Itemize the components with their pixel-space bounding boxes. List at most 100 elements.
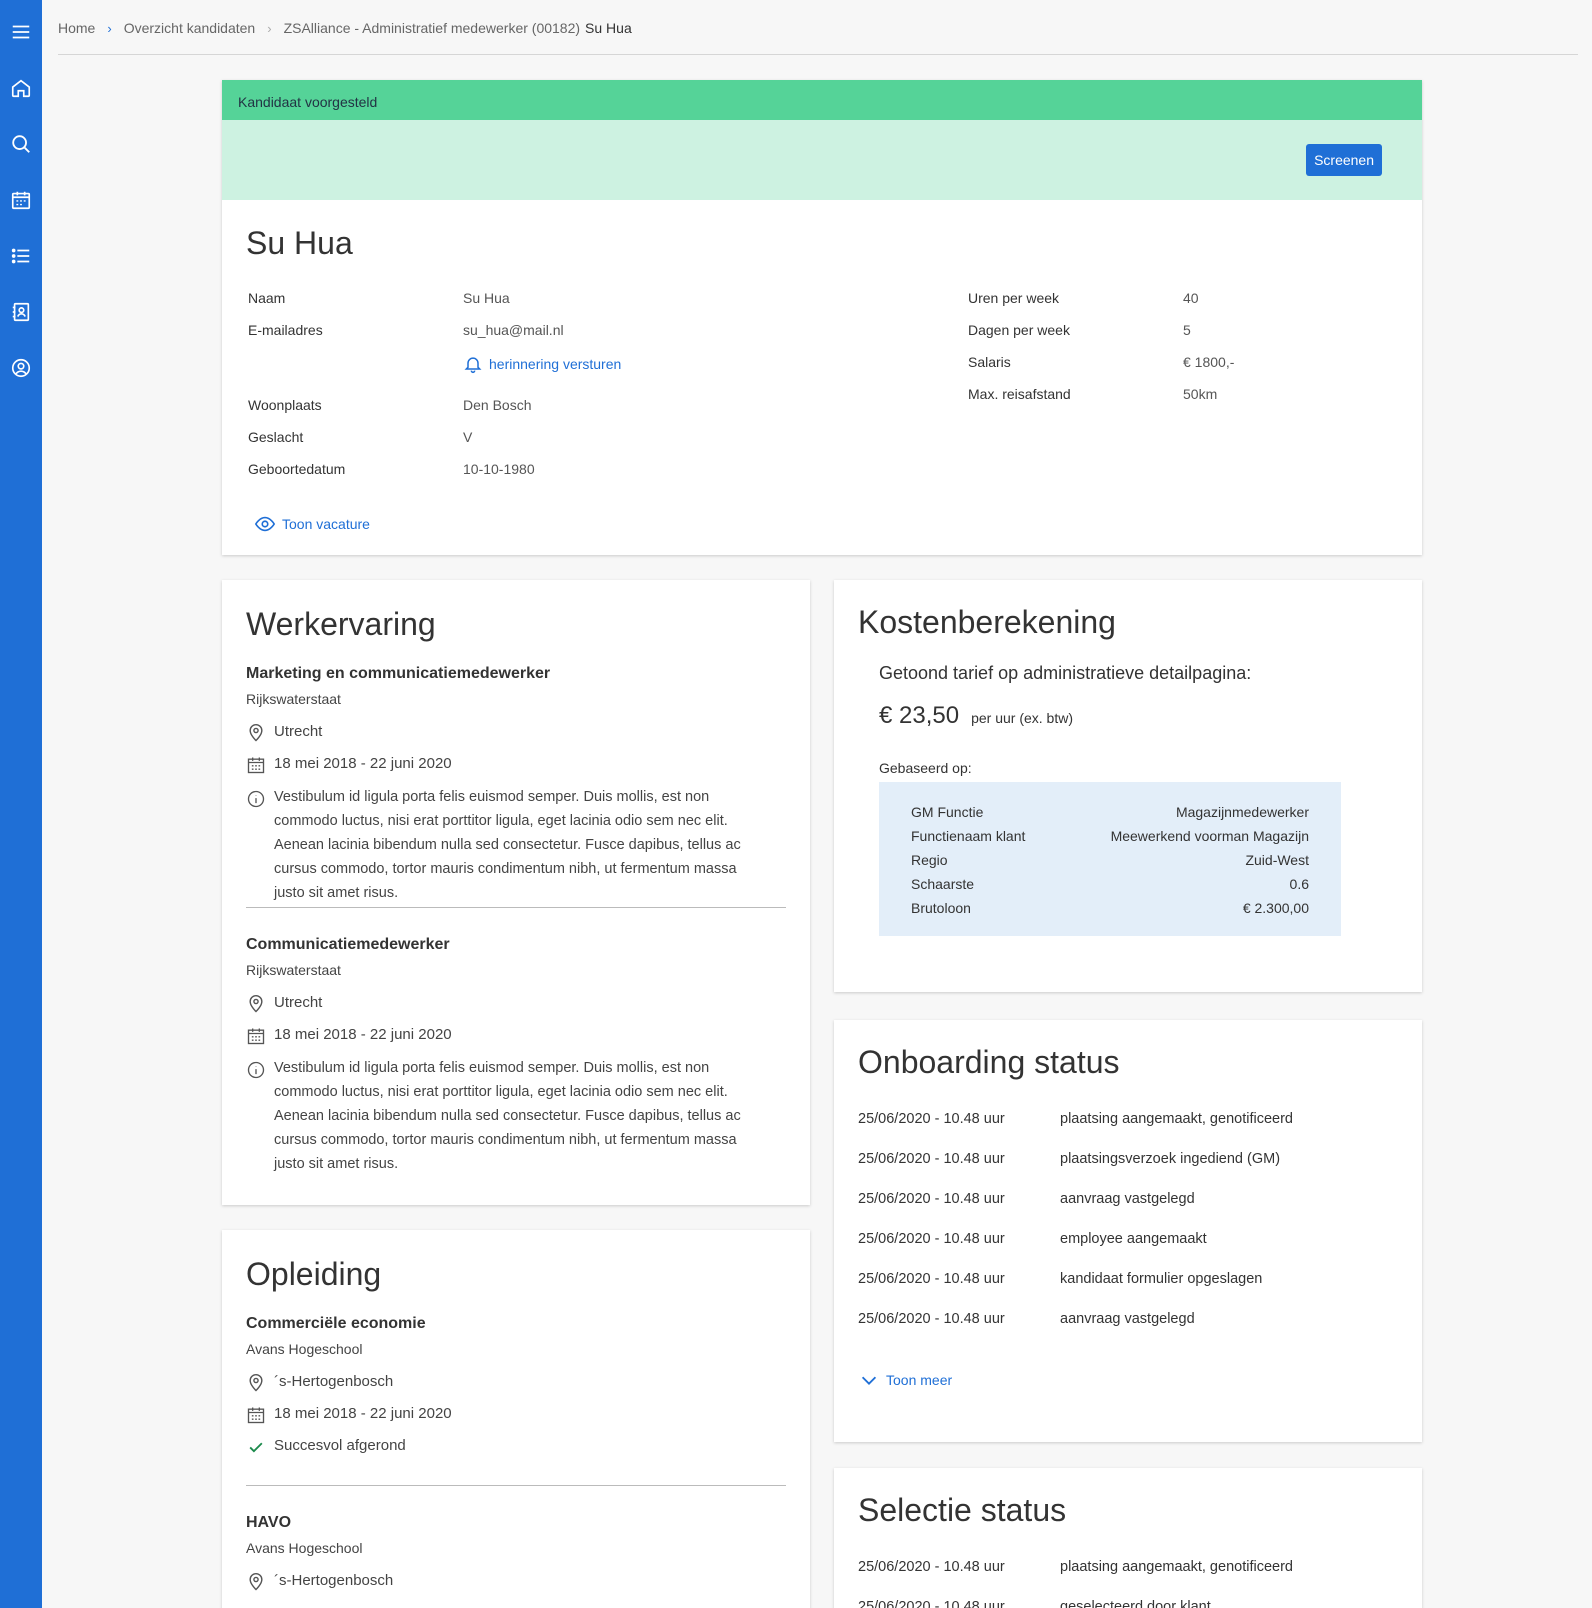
costs-row-label: GM Functie bbox=[911, 804, 984, 820]
job-period: 18 mei 2018 - 22 juni 2020 bbox=[274, 1026, 452, 1043]
costs-row-value: Zuid-West bbox=[1245, 852, 1309, 868]
education-location: ´s-Hertogenbosch bbox=[274, 1373, 394, 1390]
location-pin-icon bbox=[246, 994, 266, 1014]
breadcrumb-vacancy[interactable]: ZSAlliance - Administratief medewerker (… bbox=[284, 20, 580, 36]
status-text: aanvraag vastgelegd bbox=[1060, 1191, 1195, 1207]
costs-row: GM Functie Magazijnmedewerker bbox=[911, 800, 1309, 824]
costs-title: Kostenberekening bbox=[858, 604, 1116, 640]
field-value: 5 bbox=[1183, 322, 1191, 338]
status-date: 25/06/2020 - 10.48 uur bbox=[858, 1271, 1005, 1287]
education-location-row: ´s-Hertogenbosch bbox=[246, 1572, 786, 1592]
location-pin-icon bbox=[246, 1572, 266, 1592]
show-more-link[interactable]: Toon meer bbox=[858, 1369, 1398, 1391]
sidebar bbox=[0, 0, 42, 1608]
chevron-down-icon bbox=[861, 1376, 877, 1385]
job-description-row: Vestibulum id ligula porta felis euismod… bbox=[246, 1058, 786, 1176]
field-value: Su Hua bbox=[463, 290, 510, 306]
breadcrumb-overview[interactable]: Overzicht kandidaten bbox=[124, 20, 256, 36]
costs-row: Regio Zuid-West bbox=[911, 848, 1309, 872]
divider bbox=[246, 1485, 786, 1486]
job-period-row: 18 mei 2018 - 22 juni 2020 bbox=[246, 755, 786, 775]
costs-row-value: Meewerkend voorman Magazijn bbox=[1110, 828, 1309, 844]
costs-row: Brutoloon € 2.300,00 bbox=[911, 896, 1309, 920]
status-text: plaatsingsverzoek ingediend (GM) bbox=[1060, 1151, 1281, 1167]
education-title: Opleiding bbox=[246, 1256, 382, 1292]
send-reminder-link[interactable]: herinnering versturen bbox=[463, 354, 621, 374]
costs-row-label: Functienaam klant bbox=[911, 828, 1026, 844]
menu-icon[interactable] bbox=[7, 18, 35, 46]
status-date: 25/06/2020 - 10.48 uur bbox=[858, 1559, 1005, 1575]
job-period-row: 18 mei 2018 - 22 juni 2020 bbox=[246, 1026, 786, 1046]
field-label: Geslacht bbox=[248, 429, 304, 445]
costs-row: Schaarste 0.6 bbox=[911, 872, 1309, 896]
costs-rate-unit: per uur (ex. btw) bbox=[971, 710, 1074, 726]
education-name: Commerciële economie bbox=[246, 1315, 426, 1332]
costs-rate: € 23,50 bbox=[879, 702, 960, 729]
info-icon bbox=[246, 1060, 266, 1080]
candidate-details-right: Uren per week 40 Dagen per week 5 Salari… bbox=[968, 290, 1368, 430]
costs-row-value: Magazijnmedewerker bbox=[1175, 804, 1309, 820]
info-icon bbox=[246, 789, 266, 809]
field-value: su_hua@mail.nl bbox=[463, 322, 564, 338]
status-date: 25/06/2020 - 10.48 uur bbox=[858, 1231, 1005, 1247]
status-date: 25/06/2020 - 10.48 uur bbox=[858, 1151, 1005, 1167]
field-label: Uren per week bbox=[968, 290, 1060, 306]
experience-item: Marketing en communicatiemedewerker Rijk… bbox=[246, 665, 786, 905]
onboarding-title: Onboarding status bbox=[858, 1044, 1120, 1080]
job-description: Vestibulum id ligula porta felis euismod… bbox=[274, 1060, 741, 1172]
job-location: Utrecht bbox=[274, 994, 323, 1011]
status-text: plaatsing aangemaakt, genotificeerd bbox=[1060, 1559, 1293, 1575]
education-result-row: Succesvol afgerond bbox=[246, 1437, 786, 1457]
divider bbox=[246, 907, 786, 908]
education-item: HAVO Avans Hogeschool ´s-Hertogenbosch bbox=[246, 1514, 786, 1592]
home-icon[interactable] bbox=[7, 74, 35, 102]
breadcrumb-home[interactable]: Home bbox=[58, 20, 95, 36]
eye-icon bbox=[254, 516, 276, 532]
divider bbox=[58, 54, 1578, 55]
list-icon[interactable] bbox=[7, 242, 35, 270]
costs-row-value: 0.6 bbox=[1289, 876, 1309, 892]
calendar-icon bbox=[246, 1026, 266, 1046]
candidate-details-left: Naam Su Hua E-mailadres su_hua@mail.nl h… bbox=[248, 290, 748, 490]
calendar-icon bbox=[246, 755, 266, 775]
job-title: Communicatiemedewerker bbox=[246, 936, 450, 953]
status-date: 25/06/2020 - 10.48 uur bbox=[858, 1311, 1005, 1327]
status-date: 25/06/2020 - 10.48 uur bbox=[858, 1191, 1005, 1207]
screenen-button[interactable]: Screenen bbox=[1306, 144, 1382, 176]
onboarding-card: Onboarding status 25/06/2020 - 10.48 uur… bbox=[834, 1020, 1422, 1442]
job-organization: Rijkswaterstaat bbox=[246, 962, 341, 978]
status-banner-body: Screenen bbox=[222, 120, 1422, 200]
field-label: Woonplaats bbox=[248, 397, 322, 413]
experience-card: Werkervaring Marketing en communicatieme… bbox=[222, 580, 810, 1205]
field-value: € 1800,- bbox=[1183, 354, 1235, 370]
status-text: kandidaat formulier opgeslagen bbox=[1060, 1271, 1263, 1287]
bell-icon bbox=[464, 357, 482, 374]
education-result: Succesvol afgerond bbox=[274, 1437, 406, 1454]
education-location: ´s-Hertogenbosch bbox=[274, 1572, 394, 1589]
costs-based-on: Gebaseerd op: bbox=[879, 760, 972, 776]
field-value: Den Bosch bbox=[463, 397, 532, 413]
field-value: V bbox=[463, 429, 473, 445]
costs-subtitle: Getoond tarief op administratieve detail… bbox=[879, 663, 1252, 683]
show-vacancy-link[interactable]: Toon vacature bbox=[254, 513, 370, 535]
job-title: Marketing en communicatiemedewerker bbox=[246, 665, 551, 682]
job-organization: Rijkswaterstaat bbox=[246, 691, 341, 707]
education-period-row: 18 mei 2018 - 22 juni 2020 bbox=[246, 1405, 786, 1425]
costs-row-label: Regio bbox=[911, 852, 948, 868]
contacts-icon[interactable] bbox=[7, 298, 35, 326]
job-description: Vestibulum id ligula porta felis euismod… bbox=[274, 789, 741, 901]
selection-list: 25/06/2020 - 10.48 uur plaatsing aangemaa… bbox=[858, 1547, 1398, 1608]
costs-row-label: Schaarste bbox=[911, 876, 975, 892]
job-location-row: Utrecht bbox=[246, 723, 786, 743]
status-row: 25/06/2020 - 10.48 uur employee aangemaak… bbox=[858, 1219, 1398, 1259]
education-location-row: ´s-Hertogenbosch bbox=[246, 1373, 786, 1393]
selection-title: Selectie status bbox=[858, 1492, 1067, 1528]
account-icon[interactable] bbox=[7, 354, 35, 382]
costs-rate-line: € 23,50 per uur (ex. btw) bbox=[879, 702, 1398, 730]
costs-row-label: Brutoloon bbox=[911, 900, 971, 916]
search-icon[interactable] bbox=[7, 130, 35, 158]
field-label: Dagen per week bbox=[968, 322, 1070, 338]
education-school: Avans Hogeschool bbox=[246, 1540, 363, 1556]
calendar-icon[interactable] bbox=[7, 186, 35, 214]
costs-row: Functienaam klant Meewerkend voorman Maga… bbox=[911, 824, 1309, 848]
